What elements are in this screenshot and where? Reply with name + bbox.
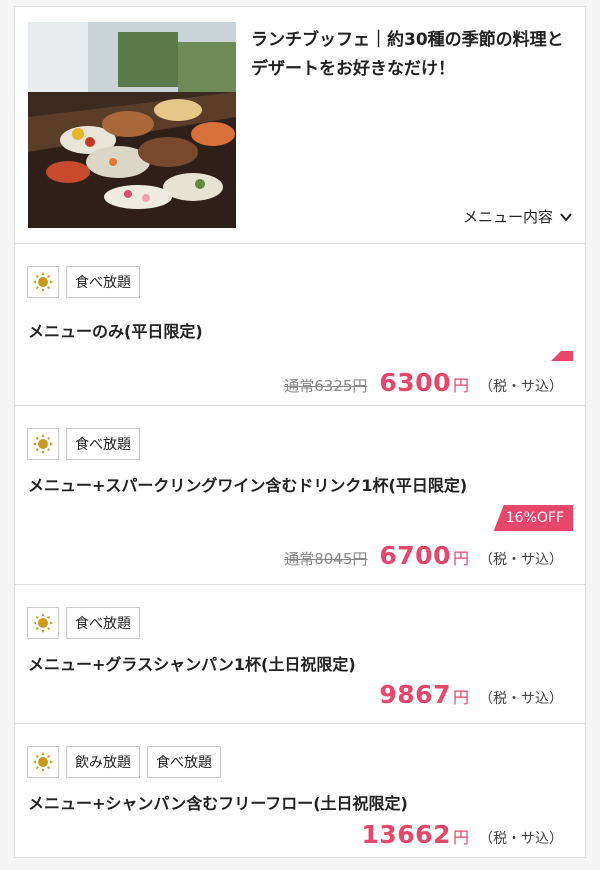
- tax-note: （税・サ込）: [479, 379, 563, 395]
- yen-unit: 円: [452, 828, 469, 847]
- tag-label: 食べ放題: [147, 746, 221, 778]
- price-row: 通常8045円 6700 円 （税・サ込）: [284, 541, 563, 570]
- sun-icon: [27, 266, 59, 298]
- plan-tags: 飲み放題 食べ放題: [27, 746, 221, 778]
- plan-item[interactable]: 飲み放題 食べ放題 メニュー+シャンパン含むフリーフロー(土日祝限定) 1366…: [15, 724, 585, 860]
- plan-item[interactable]: 食べ放題 メニュー+グラスシャンパン1杯(土日祝限定) 9867 円 （税・サ込…: [15, 585, 585, 724]
- yen-unit: 円: [452, 549, 469, 568]
- discount-badge: 16%OFF: [493, 505, 573, 531]
- menu-details-toggle[interactable]: メニュー内容: [463, 206, 573, 227]
- tag-label: 食べ放題: [66, 428, 140, 460]
- plan-name: メニュー+スパークリングワイン含むドリンク1杯(平日限定): [28, 476, 468, 495]
- tax-note: （税・サ込）: [479, 831, 563, 847]
- course-title: ランチブッフェ｜約30種の季節の料理とデザートをお好きなだけ！: [251, 30, 564, 79]
- regular-price: 通常8045円: [284, 550, 368, 568]
- plan-item[interactable]: 食べ放題 メニュー+スパークリングワイン含むドリンク1杯(平日限定) 16%OF…: [15, 406, 585, 585]
- tax-note: （税・サ込）: [479, 691, 563, 707]
- sun-icon: [27, 607, 59, 639]
- regular-price: 通常6325円: [284, 377, 368, 395]
- plan-card: ランチブッフェ｜約30種の季節の料理とデザートをお好きなだけ！ メニュー内容 食…: [14, 6, 586, 858]
- tag-label: 食べ放題: [66, 266, 140, 298]
- price-row: 9867 円 （税・サ込）: [379, 680, 563, 709]
- tag-label: 飲み放題: [66, 746, 140, 778]
- chevron-down-icon: [560, 212, 572, 222]
- plan-name: メニュー+グラスシャンパン1杯(土日祝限定): [28, 655, 356, 674]
- plan-name: メニュー+シャンパン含むフリーフロー(土日祝限定): [28, 794, 408, 813]
- course-header: ランチブッフェ｜約30種の季節の料理とデザートをお好きなだけ！ メニュー内容: [15, 7, 585, 244]
- plan-price: 6300: [379, 368, 451, 397]
- plan-name: メニューのみ(平日限定): [28, 322, 203, 341]
- plan-item[interactable]: 食べ放題 メニューのみ(平日限定) 通常6325円 6300 円 （税・サ込）: [15, 244, 585, 406]
- tax-note: （税・サ込）: [479, 552, 563, 568]
- plan-tags: 食べ放題: [27, 607, 140, 639]
- yen-unit: 円: [452, 376, 469, 395]
- plan-price: 6700: [379, 541, 451, 570]
- plan-price: 9867: [379, 680, 451, 709]
- sun-icon: [27, 428, 59, 460]
- plan-tags: 食べ放題: [27, 428, 140, 460]
- yen-unit: 円: [452, 688, 469, 707]
- plan-price: 13662: [361, 820, 451, 849]
- price-row: 13662 円 （税・サ込）: [362, 820, 564, 849]
- sun-icon: [27, 746, 59, 778]
- menu-details-label: メニュー内容: [462, 208, 553, 226]
- plan-tags: 食べ放題: [27, 266, 140, 298]
- discount-badge: [551, 351, 573, 361]
- buffet-photo: [28, 22, 236, 228]
- price-row: 通常6325円 6300 円 （税・サ込）: [284, 368, 563, 397]
- tag-label: 食べ放題: [66, 607, 140, 639]
